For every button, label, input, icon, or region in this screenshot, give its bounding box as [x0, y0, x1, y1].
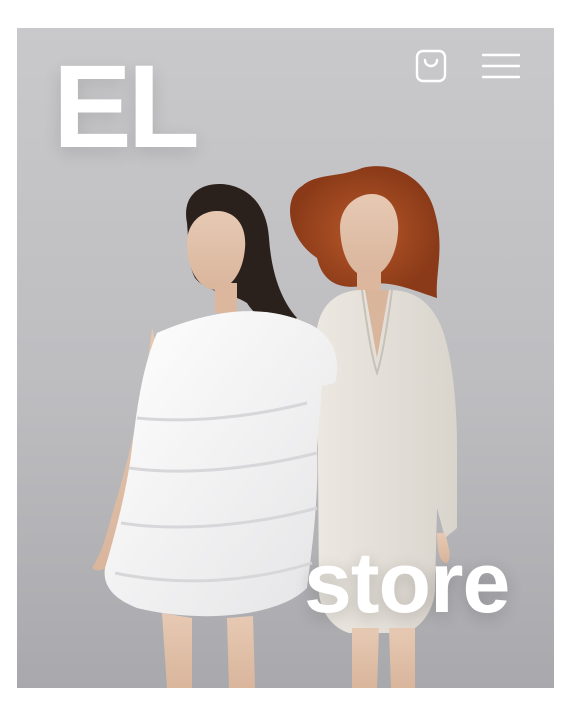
- hamburger-menu-icon[interactable]: [481, 46, 521, 86]
- model-left: [92, 183, 338, 688]
- brand-logo[interactable]: EL: [53, 48, 200, 166]
- shopping-bag-icon[interactable]: [411, 46, 451, 86]
- hero-banner: EL store: [17, 28, 554, 688]
- hero-overlay-word: store: [304, 535, 510, 631]
